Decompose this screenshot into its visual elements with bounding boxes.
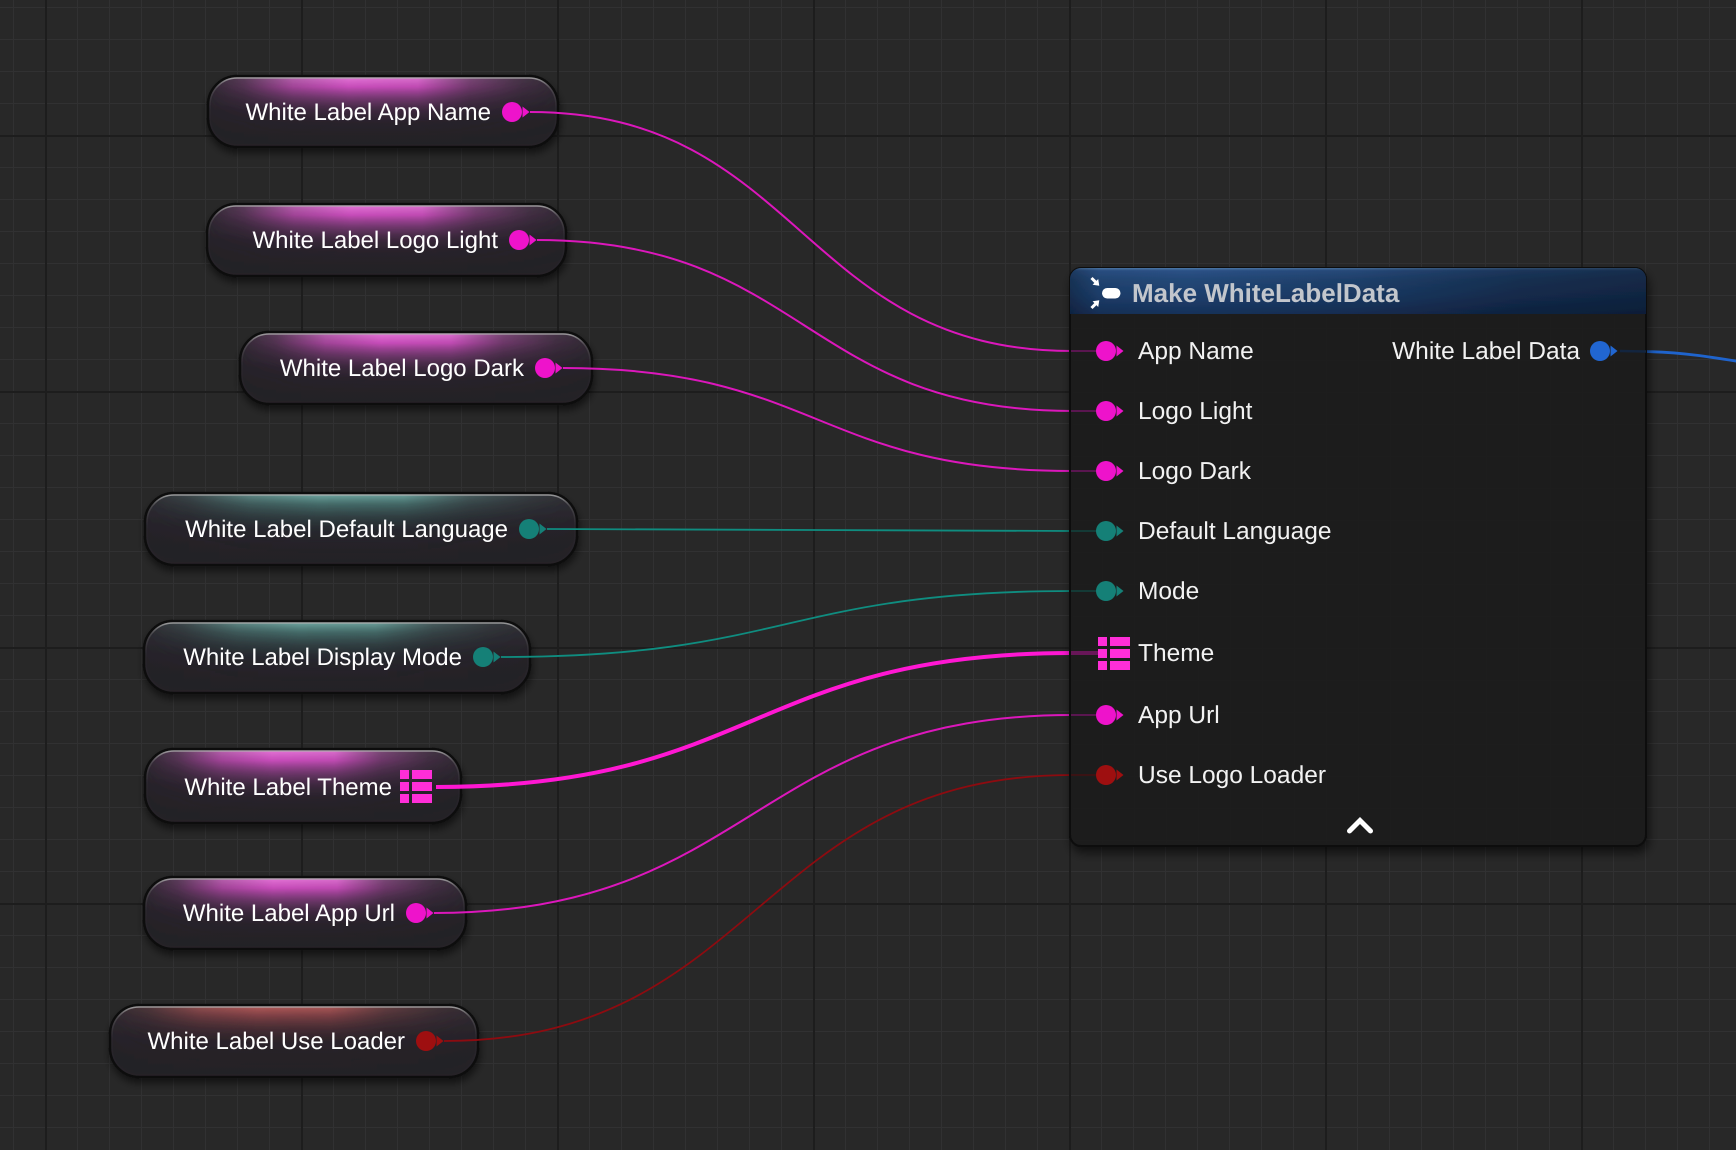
svg-text:Use Logo Loader: Use Logo Loader <box>1138 762 1326 789</box>
svg-text:White Label Logo Light: White Label Logo Light <box>252 227 498 254</box>
svg-text:App Url: App Url <box>1138 702 1220 729</box>
svg-text:Mode: Mode <box>1138 578 1199 605</box>
svg-text:White Label Display Mode: White Label Display Mode <box>183 644 462 671</box>
svg-text:White Label App Url: White Label App Url <box>183 900 395 927</box>
svg-text:White Label Data: White Label Data <box>1392 338 1580 365</box>
svg-text:Logo Dark: Logo Dark <box>1138 458 1252 485</box>
svg-text:Make WhiteLabelData: Make WhiteLabelData <box>1132 278 1400 308</box>
svg-text:App Name: App Name <box>1138 338 1254 365</box>
svg-text:White Label App Name: White Label App Name <box>246 99 491 126</box>
svg-text:White Label Theme: White Label Theme <box>184 774 392 801</box>
svg-text:Logo Light: Logo Light <box>1138 398 1253 425</box>
svg-text:White Label Use Loader: White Label Use Loader <box>148 1028 405 1055</box>
svg-text:White Label Default Language: White Label Default Language <box>185 516 508 543</box>
svg-text:White Label Logo Dark: White Label Logo Dark <box>280 355 525 382</box>
svg-text:Default Language: Default Language <box>1138 518 1331 545</box>
svg-text:Theme: Theme <box>1138 640 1214 667</box>
